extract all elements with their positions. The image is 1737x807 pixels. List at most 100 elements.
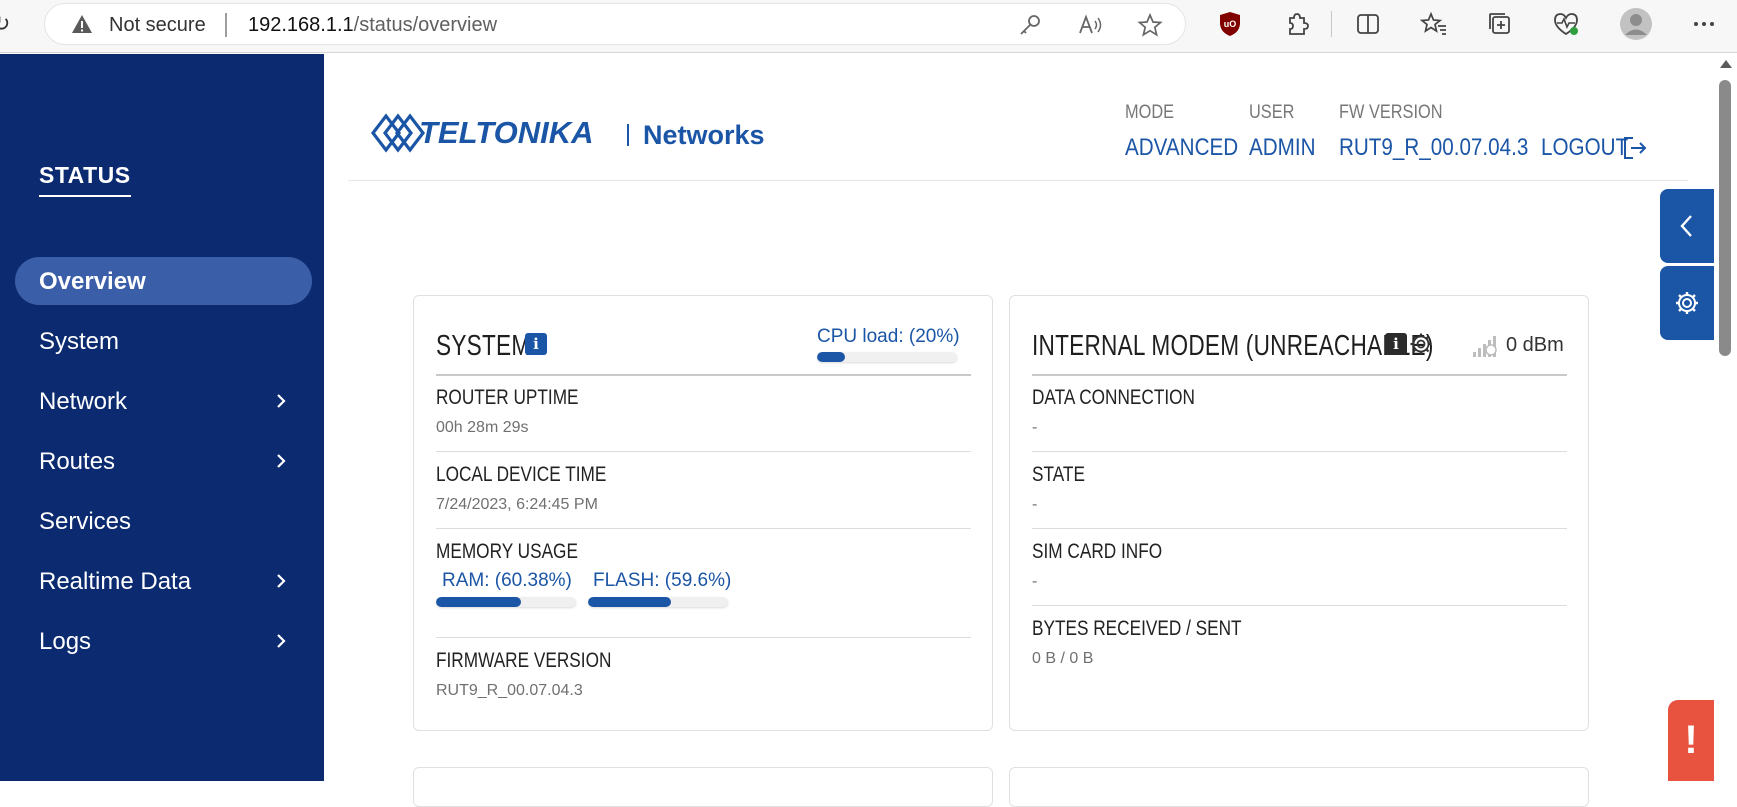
- key-icon[interactable]: [1017, 12, 1043, 38]
- card-title-rule: [1032, 374, 1567, 376]
- sidebar-item-services[interactable]: Services: [15, 497, 312, 545]
- fw-version-value: RUT9_R_00.07.04.3: [1339, 134, 1529, 161]
- scrollbar-thumb[interactable]: [1719, 80, 1731, 356]
- sidebar-item-realtime-data[interactable]: Realtime Data: [15, 557, 312, 605]
- sidebar-item-label: Network: [39, 388, 128, 415]
- modem-card-title: INTERNAL MODEM (UNREACHABLE): [1032, 330, 1434, 362]
- ram-usage-label[interactable]: RAM: (60.38%): [442, 570, 572, 592]
- flash-usage-bar-fill: [588, 597, 672, 607]
- collections-icon[interactable]: [1486, 10, 1514, 38]
- sidebar-item-system[interactable]: System: [15, 317, 312, 365]
- row-key: ROUTER UPTIME: [436, 386, 579, 409]
- row-value: -: [1032, 573, 1038, 590]
- chevron-right-icon: [277, 454, 286, 468]
- header-divider: [348, 180, 1688, 181]
- user-label: USER: [1249, 102, 1295, 123]
- split-screen-icon[interactable]: [1354, 10, 1382, 38]
- card-partial: [413, 767, 993, 807]
- scroll-up-arrow-icon[interactable]: [1720, 60, 1732, 68]
- info-icon[interactable]: i: [525, 333, 547, 355]
- browser-essentials-icon[interactable]: [1552, 10, 1580, 38]
- row-divider: [1032, 528, 1567, 529]
- page-scrollbar[interactable]: [1714, 54, 1737, 781]
- address-bar[interactable]: Not secure 192.168.1.1/status/overview: [44, 3, 1186, 45]
- url-text[interactable]: 192.168.1.1/status/overview: [248, 14, 497, 37]
- row-divider: [1032, 451, 1567, 452]
- row-divider: [436, 637, 971, 638]
- row-key: SIM CARD INFO: [1032, 540, 1163, 563]
- row-divider: [1032, 605, 1567, 606]
- cpu-load-bar: [817, 352, 957, 362]
- row-key: DATA CONNECTION: [1032, 386, 1195, 409]
- row-value: -: [1032, 419, 1038, 436]
- cpu-load-label[interactable]: CPU load: (20%): [817, 326, 960, 348]
- toolbar-divider: [1331, 11, 1332, 37]
- chevron-right-icon: [277, 634, 286, 648]
- row-value: 00h 28m 29s: [436, 419, 529, 436]
- sidebar: STATUS Overview System Network Routes Se…: [0, 54, 324, 781]
- alert-tab[interactable]: !: [1668, 700, 1714, 781]
- browser-toolbar: ↻ Not secure 192.168.1.1/status/overview…: [0, 0, 1737, 53]
- row-value: 7/24/2023, 6:24:45 PM: [436, 496, 598, 513]
- url-host: 192.168.1.1: [248, 14, 354, 36]
- favorite-star-icon[interactable]: [1137, 12, 1163, 38]
- row-key: BYTES RECEIVED / SENT: [1032, 617, 1242, 640]
- sidebar-item-label: System: [39, 328, 120, 355]
- card-title-rule: [436, 374, 971, 376]
- mode-value[interactable]: ADVANCED: [1125, 134, 1238, 162]
- more-options-icon[interactable]: [1690, 10, 1718, 38]
- chevron-right-icon: [277, 574, 286, 588]
- logout-button[interactable]: LOGOUT: [1541, 134, 1628, 162]
- sidebar-item-label: Services: [39, 508, 132, 535]
- row-key: MEMORY USAGE: [436, 540, 578, 563]
- ram-usage-bar: [436, 597, 576, 607]
- extensions-icon[interactable]: [1282, 10, 1310, 38]
- warning-icon[interactable]: [71, 13, 93, 35]
- sidebar-item-routes[interactable]: Routes: [15, 437, 312, 485]
- cpu-load-bar-fill: [817, 352, 845, 362]
- system-card: SYSTEM i CPU load: (20%) ROUTER UPTIME 0…: [413, 295, 993, 731]
- memory-usage-group: RAM: (60.38%) FLASH: (59.6%): [436, 570, 971, 610]
- favorites-icon[interactable]: [1420, 10, 1448, 38]
- read-aloud-icon[interactable]: [1077, 12, 1103, 38]
- sidebar-item-network[interactable]: Network: [15, 377, 312, 425]
- profile-avatar-icon[interactable]: [1620, 8, 1652, 40]
- sidebar-item-label: Logs: [39, 628, 92, 655]
- system-card-title: SYSTEM: [436, 330, 531, 362]
- logout-icon[interactable]: [1622, 135, 1648, 161]
- svg-text:uO: uO: [1224, 19, 1237, 29]
- fw-version-label: FW VERSION: [1339, 102, 1443, 123]
- chevron-left-icon: [1680, 215, 1692, 237]
- flash-usage-bar: [588, 597, 728, 607]
- sidebar-item-label: Realtime Data: [39, 568, 192, 595]
- row-key: STATE: [1032, 463, 1085, 486]
- signal-strength-value: 0 dBm: [1506, 334, 1564, 356]
- url-path: /status/overview: [353, 14, 498, 36]
- collapse-panel-tab[interactable]: [1660, 189, 1714, 263]
- teltonika-logo[interactable]: TELTONIKA Networks: [371, 104, 771, 158]
- reload-icon[interactable]: ↻: [0, 11, 14, 37]
- settings-tab[interactable]: [1660, 266, 1714, 340]
- modem-card: INTERNAL MODEM (UNREACHABLE) i 0 dBm DAT…: [1009, 295, 1589, 731]
- logo-brand: TELTONIKA: [419, 115, 594, 150]
- chevron-right-icon: [277, 394, 286, 408]
- logo-suffix: Networks: [643, 120, 765, 150]
- user-value[interactable]: ADMIN: [1249, 134, 1316, 162]
- sidebar-item-label: Routes: [39, 448, 116, 475]
- gear-icon[interactable]: [1409, 332, 1433, 356]
- flash-usage-label[interactable]: FLASH: (59.6%): [593, 570, 731, 592]
- security-label[interactable]: Not secure: [109, 14, 206, 37]
- sidebar-item-overview[interactable]: Overview: [15, 257, 312, 305]
- gear-icon: [1676, 292, 1698, 314]
- row-divider: [436, 451, 971, 452]
- ram-usage-bar-fill: [436, 597, 521, 607]
- card-partial: [1009, 767, 1589, 807]
- ublock-icon[interactable]: uO: [1216, 10, 1244, 38]
- mode-label: MODE: [1125, 102, 1175, 123]
- sidebar-section-title[interactable]: STATUS: [39, 162, 131, 197]
- row-key: FIRMWARE VERSION: [436, 649, 612, 672]
- row-divider: [436, 528, 971, 529]
- info-icon[interactable]: i: [1385, 333, 1407, 355]
- sidebar-item-logs[interactable]: Logs: [15, 617, 312, 665]
- signal-strength-icon: [1473, 336, 1497, 357]
